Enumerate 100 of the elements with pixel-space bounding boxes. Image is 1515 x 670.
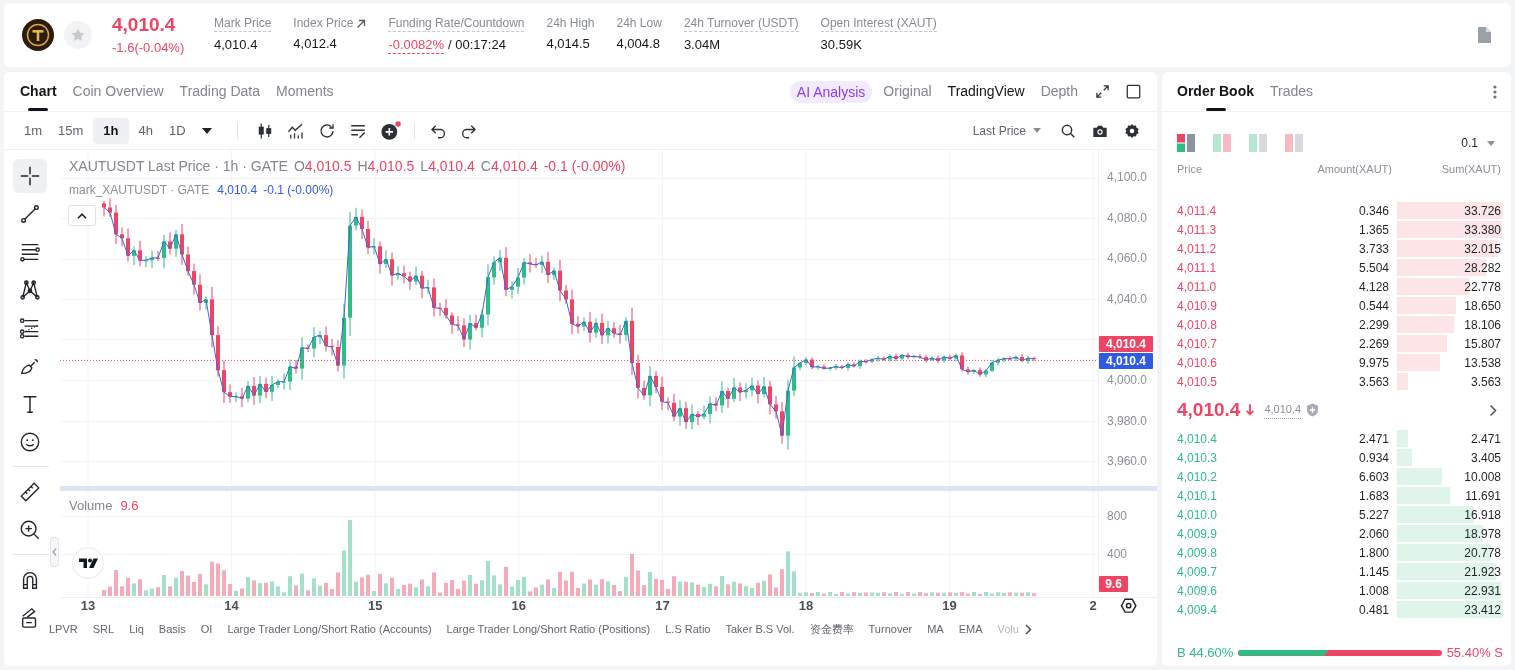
order-price: 4,011.4: [1177, 202, 1218, 220]
stat-value: -0.0082%: [388, 37, 445, 54]
interval-button[interactable]: 1h: [93, 117, 129, 144]
arrow-up-right-icon[interactable]: [356, 18, 367, 29]
indicator-tab[interactable]: EMA: [958, 620, 983, 638]
add-indicator-icon[interactable]: [379, 120, 402, 141]
order-amount: 1.683: [1357, 487, 1389, 505]
refresh-icon[interactable]: [317, 121, 336, 140]
price-axis-label: 4,000.0: [1107, 373, 1148, 387]
chart-tab[interactable]: Chart: [20, 71, 57, 112]
indicator-tab[interactable]: Large Trader Long/Short Ratio (Accounts): [227, 620, 432, 638]
indicator-tab[interactable]: MA: [927, 620, 944, 638]
settings-icon[interactable]: [1124, 122, 1140, 139]
order-price: 4,011.3: [1177, 221, 1218, 239]
depth-bar: [1397, 335, 1447, 352]
indicator-tab[interactable]: OI: [200, 620, 213, 638]
indicator-tab[interactable]: Basis: [158, 620, 186, 638]
order-amount: 0.481: [1357, 601, 1389, 619]
order-sum: 15.807: [1464, 335, 1501, 353]
indicator-tab[interactable]: Taker B.S Vol.: [725, 620, 795, 638]
order-sum: 13.538: [1464, 354, 1501, 372]
order-price: 4,009.7: [1177, 563, 1219, 581]
price-axis-label: 4,100.0: [1107, 170, 1148, 184]
expand-icon[interactable]: [1095, 84, 1110, 99]
volume-axis-label: 800: [1107, 509, 1128, 523]
order-price: 4,010.2: [1177, 468, 1219, 486]
chart-view-tab[interactable]: Original: [883, 81, 932, 102]
mark-price-tag: 4,010.4: [1099, 352, 1153, 369]
price-axis-label: 4,040.0: [1107, 291, 1148, 306]
depth-bar: [1397, 316, 1454, 333]
indicator-tab[interactable]: 资金费率: [809, 620, 854, 638]
order-book-last-price: 4,010.4: [1177, 397, 1241, 422]
indicator-chart-icon[interactable]: [286, 121, 305, 140]
order-price: 4,010.7: [1177, 335, 1219, 353]
order-sum: 11.691: [1465, 487, 1501, 505]
indicator-tab[interactable]: SRL: [92, 620, 115, 638]
chevron-right-icon[interactable]: [1489, 403, 1497, 417]
more-icon[interactable]: [1493, 84, 1497, 99]
order-amount: 1.145: [1357, 563, 1389, 581]
date-axis-label: 19: [942, 597, 957, 613]
layout-icon[interactable]: [1177, 134, 1195, 152]
interval-button[interactable]: 4h: [132, 117, 159, 144]
chart-settings-icon[interactable]: [1120, 598, 1137, 613]
indicator-tab[interactable]: L.S Ratio: [665, 620, 711, 638]
order-sum: 2.471: [1470, 430, 1501, 448]
drawing-tool-button[interactable]: [13, 159, 47, 193]
chart-tab[interactable]: Moments: [276, 71, 334, 112]
stat-value: 4,014.5: [546, 36, 590, 52]
mark-price-title: mark_XAUTUSDT · GATE: [69, 183, 210, 198]
interval-button[interactable]: 1D: [163, 117, 192, 144]
order-sum: 16.918: [1464, 506, 1501, 524]
price-change: -1.6(-0.04%): [112, 40, 186, 56]
order-book-tab[interactable]: Order Book: [1177, 71, 1254, 112]
order-amount: 0.934: [1357, 449, 1389, 467]
last-price-tag: 4,010.4: [1099, 335, 1153, 352]
order-price: 4,010.0: [1177, 506, 1219, 524]
ohlc-value: O4,010.5: [293, 158, 352, 175]
order-amount: 1.800: [1357, 544, 1389, 562]
order-amount: 2.299: [1357, 316, 1389, 334]
ruler-icon: [19, 481, 41, 503]
order-sum: 3.405: [1470, 449, 1501, 467]
indicator-tab[interactable]: Liq: [129, 620, 144, 638]
indicator-tab[interactable]: Turnover: [868, 620, 913, 638]
search-icon[interactable]: [1060, 122, 1076, 139]
chart-logo-icon[interactable]: [72, 547, 104, 579]
chart-tab[interactable]: Coin Overview: [72, 71, 164, 112]
stat-label: 24h Turnover (USDT): [683, 16, 799, 32]
chart-view-tab[interactable]: Depth: [1040, 81, 1078, 102]
volume-axis-label: 400: [1107, 547, 1128, 561]
interval-button[interactable]: 15m: [52, 117, 90, 144]
ohlc-value: C4,010.4: [480, 158, 538, 175]
mark-price-value: 4,010.4: [217, 183, 258, 198]
order-sum: 33.380: [1464, 221, 1501, 239]
order-book-tab[interactable]: Trades: [1270, 71, 1314, 112]
indicator-tab[interactable]: Large Trader Long/Short Ratio (Positions): [446, 620, 651, 638]
chart-view-tab[interactable]: TradingView: [947, 81, 1025, 102]
price-axis-label: 4,080.0: [1107, 210, 1148, 225]
zoom-in-icon: [19, 519, 41, 541]
interval-button[interactable]: 1m: [18, 117, 49, 144]
indicator-tab[interactable]: LPVR: [49, 620, 78, 638]
caret-down-icon[interactable]: [201, 127, 212, 134]
chart-tab[interactable]: Trading Data: [179, 71, 260, 112]
order-price: 4,009.8: [1177, 544, 1219, 562]
stat-label: Open Interest (XAUT): [820, 16, 937, 32]
stat-label: Index Price: [293, 16, 354, 31]
document-icon[interactable]: [1477, 27, 1491, 43]
precision-dropdown[interactable]: 0.1: [1461, 134, 1495, 152]
order-amount: 5.504: [1357, 259, 1389, 277]
ai-analysis-button[interactable]: AI Analysis: [789, 80, 873, 103]
stat-label: Mark Price: [214, 16, 272, 32]
price-source-dropdown[interactable]: Last Price: [972, 121, 1041, 140]
collapse-legend-button[interactable]: [68, 205, 96, 226]
horizontal-lines-icon: [19, 241, 41, 263]
window-icon[interactable]: [1126, 84, 1141, 99]
chevron-right-icon[interactable]: [1024, 623, 1032, 635]
date-axis-label: 17: [655, 597, 670, 613]
column-header: Price: [1177, 161, 1204, 177]
order-sum: 22.778: [1464, 278, 1501, 296]
crosshair-icon: [19, 165, 41, 187]
order-amount: 2.060: [1357, 525, 1389, 543]
